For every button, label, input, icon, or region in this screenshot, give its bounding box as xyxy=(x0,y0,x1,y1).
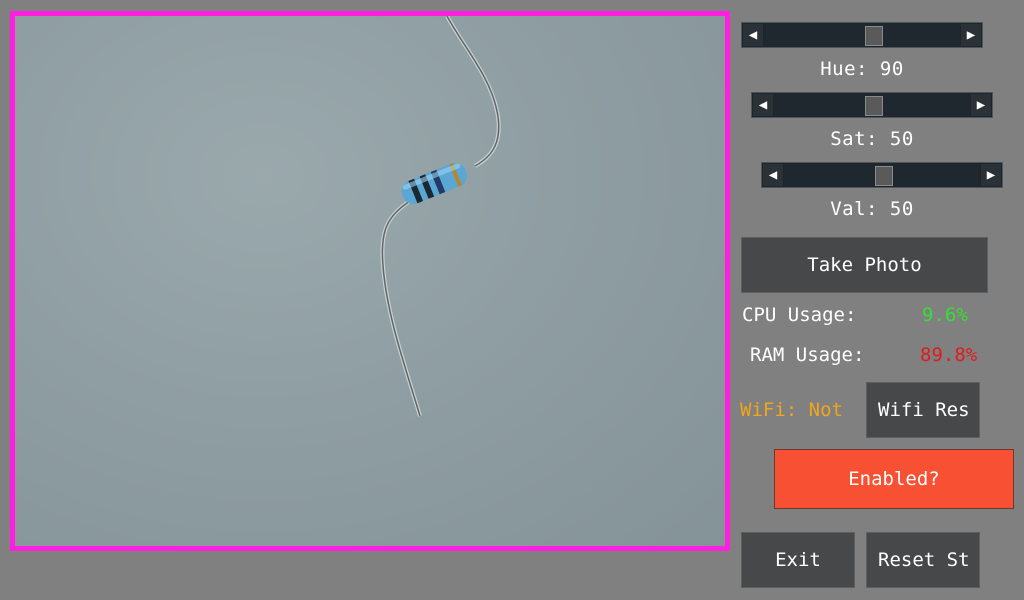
sat-decrease-arrow-icon[interactable]: ◀ xyxy=(753,94,773,116)
cpu-usage-value: 9.6% xyxy=(922,304,968,326)
hue-decrease-arrow-icon[interactable]: ◀ xyxy=(743,24,763,46)
val-slider-track[interactable] xyxy=(784,164,980,186)
val-slider-thumb[interactable] xyxy=(875,166,893,186)
sat-label: Sat: 50 xyxy=(830,128,914,150)
reset-settings-button[interactable]: Reset St xyxy=(866,532,980,588)
ram-usage-label: RAM Usage: xyxy=(750,344,865,366)
ram-usage-value: 89.8% xyxy=(920,344,978,366)
val-label: Val: 50 xyxy=(830,198,914,220)
hue-label: Hue: 90 xyxy=(820,58,904,80)
sat-slider[interactable]: ◀ ▶ xyxy=(751,92,993,118)
val-increase-arrow-icon[interactable]: ▶ xyxy=(981,164,1001,186)
hue-increase-arrow-icon[interactable]: ▶ xyxy=(961,24,981,46)
val-slider[interactable]: ◀ ▶ xyxy=(761,162,1003,188)
val-decrease-arrow-icon[interactable]: ◀ xyxy=(763,164,783,186)
sat-slider-thumb[interactable] xyxy=(865,96,883,116)
hue-slider-thumb[interactable] xyxy=(865,26,883,46)
hue-slider[interactable]: ◀ ▶ xyxy=(741,22,983,48)
exit-button[interactable]: Exit xyxy=(741,532,855,588)
sat-slider-track[interactable] xyxy=(774,94,970,116)
wifi-status: WiFi: Not xyxy=(740,399,843,421)
hue-slider-track[interactable] xyxy=(764,24,960,46)
wifi-reset-button[interactable]: Wifi Res xyxy=(866,382,980,438)
take-photo-button[interactable]: Take Photo xyxy=(741,237,988,293)
resistor-photo xyxy=(380,16,501,417)
sat-increase-arrow-icon[interactable]: ▶ xyxy=(971,94,991,116)
camera-preview xyxy=(10,11,730,551)
cpu-usage-label: CPU Usage: xyxy=(742,304,857,326)
enabled-toggle-button[interactable]: Enabled? xyxy=(774,449,1014,509)
